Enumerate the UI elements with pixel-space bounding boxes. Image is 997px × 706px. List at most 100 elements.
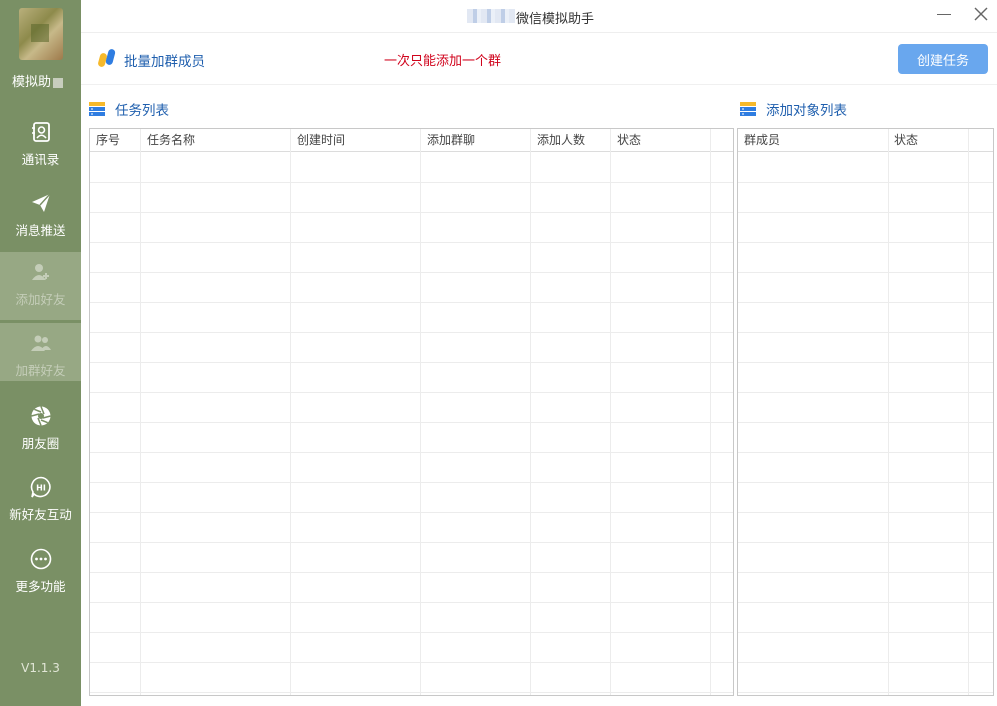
grid-row-divider bbox=[738, 302, 993, 303]
grid-row-divider bbox=[90, 362, 733, 363]
hi-chat-icon: HI bbox=[30, 476, 51, 498]
grid-column-divider bbox=[968, 129, 969, 695]
sidebar-item-label: 通讯录 bbox=[21, 152, 60, 167]
grid-row-divider bbox=[90, 482, 733, 483]
grid-row-divider bbox=[738, 422, 993, 423]
sidebar-item-label: 更多功能 bbox=[15, 579, 66, 594]
group-icon bbox=[30, 335, 51, 351]
grid-row-divider bbox=[738, 212, 993, 213]
grid-row-divider bbox=[738, 512, 993, 513]
sidebar-item-add-friends[interactable]: 添加好友 bbox=[0, 252, 81, 320]
sidebar-item-message-push[interactable]: 消息推送 bbox=[0, 183, 81, 245]
grid-column-divider bbox=[610, 129, 611, 695]
grid-row-divider bbox=[90, 692, 733, 693]
section-title: 批量加群成员 bbox=[124, 54, 205, 70]
sidebar-item-label: 加群好友 bbox=[15, 363, 66, 378]
app-name-blur bbox=[53, 77, 64, 88]
avatar[interactable] bbox=[19, 8, 63, 60]
grid-column-divider bbox=[888, 129, 889, 695]
list-icon bbox=[89, 102, 105, 116]
sidebar-item-label: 添加好友 bbox=[15, 292, 66, 307]
grid-row-divider bbox=[738, 632, 993, 633]
grid-column-divider bbox=[530, 129, 531, 695]
grid-row-divider bbox=[90, 392, 733, 393]
grid-row-divider bbox=[90, 272, 733, 273]
add-user-icon bbox=[31, 264, 49, 280]
grid-row-divider bbox=[738, 332, 993, 333]
sidebar-item-moments[interactable]: 朋友圈 bbox=[0, 396, 81, 458]
grid-row-divider bbox=[90, 242, 733, 243]
grid-column-divider bbox=[140, 129, 141, 695]
grid-row-divider bbox=[738, 542, 993, 543]
grid-row-divider bbox=[90, 512, 733, 513]
grid-row-divider bbox=[738, 662, 993, 663]
target-list-title: 添加对象列表 bbox=[740, 99, 847, 119]
grid-row-divider bbox=[738, 182, 993, 183]
grid-row-divider bbox=[738, 392, 993, 393]
sidebar: 模拟助 通讯录 消息推送 添加好友 加群好友 朋友圈 HI 新好友互动 更多功能… bbox=[0, 0, 81, 706]
grid-row-divider bbox=[90, 212, 733, 213]
app-name-text: 模拟助 bbox=[12, 75, 52, 90]
sidebar-item-label: 消息推送 bbox=[15, 223, 66, 238]
grid-row-divider bbox=[90, 332, 733, 333]
task-table-header: 序号 任务名称 创建时间 添加群聊 添加人数 状态 bbox=[90, 129, 733, 152]
target-list-title-text: 添加对象列表 bbox=[766, 103, 847, 119]
grid-row-divider bbox=[90, 452, 733, 453]
column-header[interactable]: 状态 bbox=[888, 129, 918, 152]
grid-row-divider bbox=[738, 692, 993, 693]
close-button[interactable] bbox=[972, 6, 990, 24]
sidebar-item-label: 朋友圈 bbox=[21, 436, 60, 451]
sidebar-item-more[interactable]: 更多功能 bbox=[0, 539, 81, 601]
grid-row-divider bbox=[738, 242, 993, 243]
column-header[interactable]: 任务名称 bbox=[141, 129, 195, 152]
column-header[interactable]: 群成员 bbox=[738, 129, 780, 152]
grid-row-divider bbox=[90, 422, 733, 423]
grid-row-divider bbox=[90, 632, 733, 633]
column-header[interactable]: 序号 bbox=[90, 129, 120, 152]
grid-row-divider bbox=[90, 602, 733, 603]
column-header[interactable]: 创建时间 bbox=[291, 129, 345, 152]
sidebar-item-contacts[interactable]: 通讯录 bbox=[0, 112, 81, 174]
grid-row-divider bbox=[738, 452, 993, 453]
sidebar-item-group-friends[interactable]: 加群好友 bbox=[0, 323, 81, 381]
minimize-button[interactable] bbox=[937, 14, 951, 15]
grid-row-divider bbox=[90, 542, 733, 543]
header-row: 批量加群成员 一次只能添加一个群 创建任务 bbox=[81, 33, 997, 85]
version-label: V1.1.3 bbox=[21, 661, 60, 675]
app-name: 模拟助 bbox=[0, 71, 81, 90]
contacts-icon bbox=[31, 122, 50, 142]
sidebar-item-new-friend-interaction[interactable]: HI 新好友互动 bbox=[0, 467, 81, 529]
column-header[interactable]: 添加群聊 bbox=[421, 129, 475, 152]
target-table-header: 群成员 状态 bbox=[738, 129, 993, 152]
grid-row-divider bbox=[90, 662, 733, 663]
grid-row-divider bbox=[738, 482, 993, 483]
column-header[interactable]: 状态 bbox=[611, 129, 641, 152]
grid-row-divider bbox=[90, 302, 733, 303]
notice-text: 一次只能添加一个群 bbox=[384, 54, 502, 69]
close-icon bbox=[974, 7, 988, 21]
create-task-button[interactable]: 创建任务 bbox=[898, 44, 988, 74]
target-table[interactable]: 群成员 状态 bbox=[737, 128, 994, 696]
list-icon bbox=[740, 102, 756, 116]
svg-text:HI: HI bbox=[36, 484, 46, 493]
grid-column-divider bbox=[290, 129, 291, 695]
sidebar-item-label: 新好友互动 bbox=[9, 507, 72, 522]
task-list-title: 任务列表 bbox=[89, 99, 169, 119]
grid-row-divider bbox=[738, 572, 993, 573]
window-title: 微信模拟助手 bbox=[516, 12, 595, 27]
aperture-icon bbox=[30, 406, 51, 426]
feature-icon bbox=[98, 49, 116, 67]
paper-plane-icon bbox=[31, 193, 51, 212]
grid-row-divider bbox=[738, 602, 993, 603]
title-blur bbox=[467, 9, 515, 23]
more-icon bbox=[30, 548, 51, 570]
grid-column-divider bbox=[710, 129, 711, 695]
column-header[interactable]: 添加人数 bbox=[531, 129, 585, 152]
grid-row-divider bbox=[90, 182, 733, 183]
grid-row-divider bbox=[738, 272, 993, 273]
task-list-title-text: 任务列表 bbox=[115, 103, 169, 119]
task-table[interactable]: 序号 任务名称 创建时间 添加群聊 添加人数 状态 bbox=[89, 128, 734, 696]
grid-row-divider bbox=[738, 362, 993, 363]
grid-row-divider bbox=[90, 572, 733, 573]
grid-column-divider bbox=[420, 129, 421, 695]
